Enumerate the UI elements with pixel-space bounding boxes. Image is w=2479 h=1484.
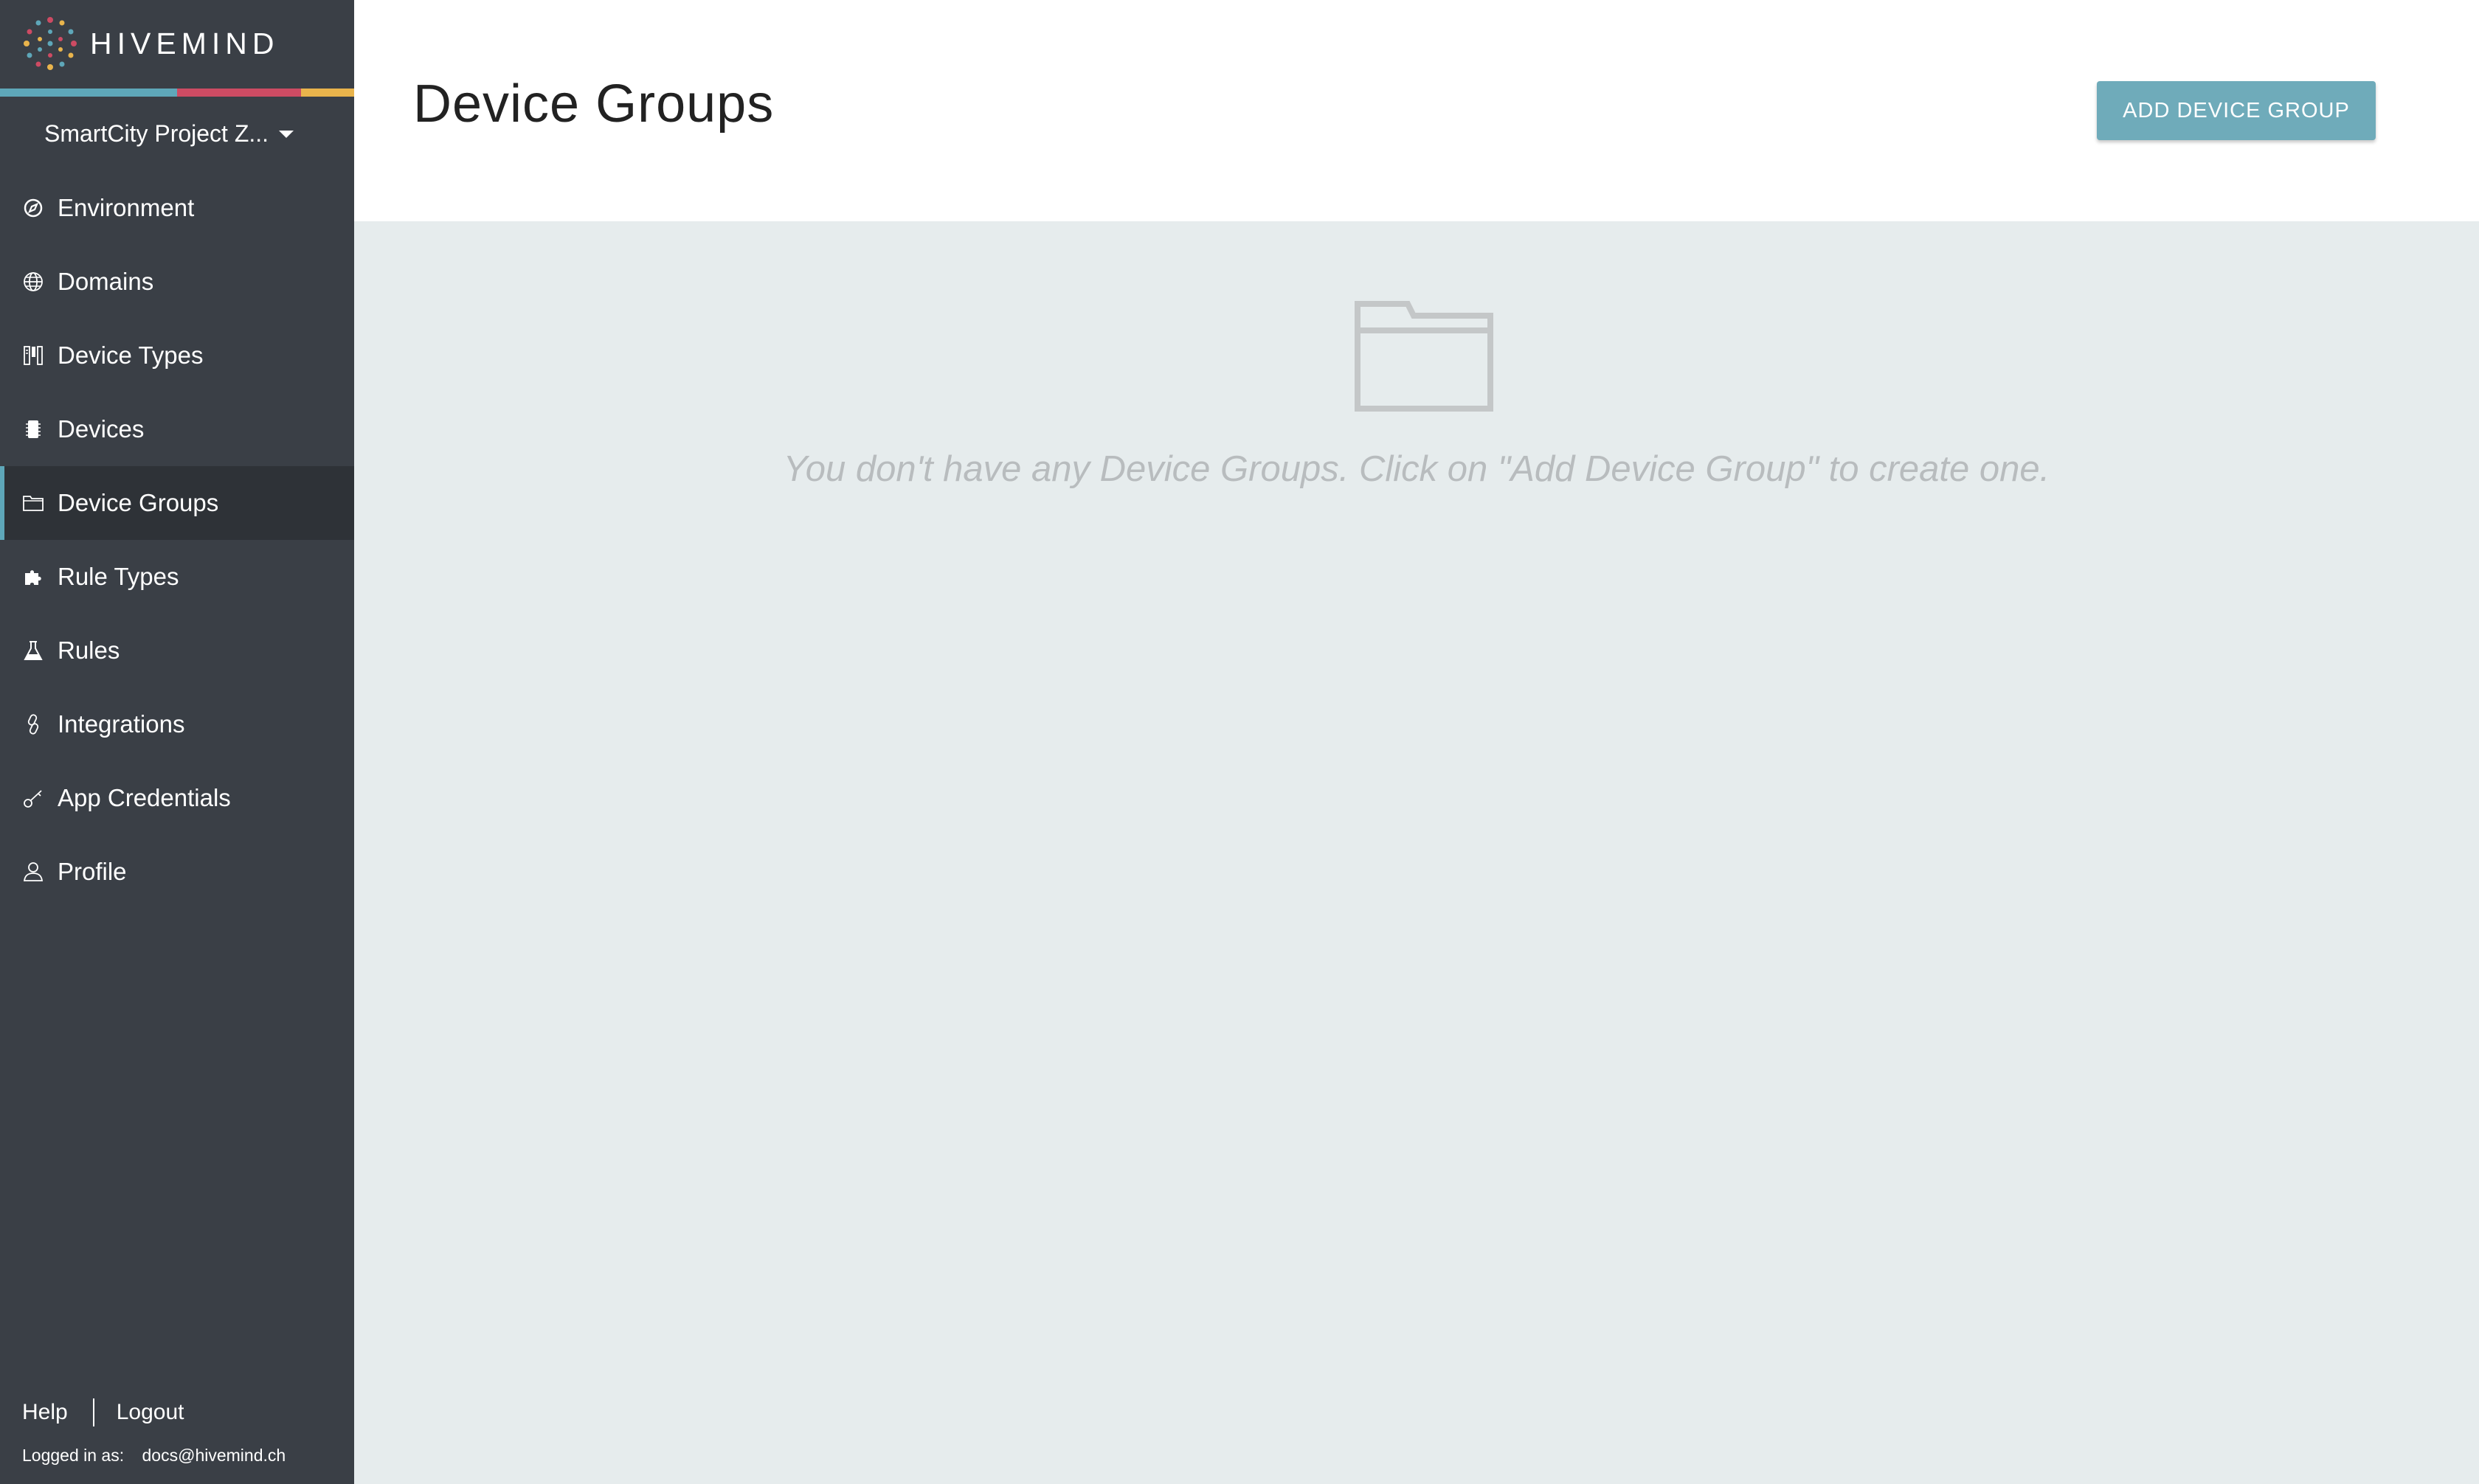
folder-icon <box>21 490 46 516</box>
sidebar-item-devices[interactable]: Devices <box>0 392 354 466</box>
add-device-group-button[interactable]: ADD DEVICE GROUP <box>2097 81 2376 140</box>
hivemind-logo-icon <box>24 17 77 70</box>
puzzle-icon <box>21 564 46 589</box>
key-icon <box>21 786 46 811</box>
globe-icon <box>21 269 46 294</box>
sidebar-item-domains[interactable]: Domains <box>0 245 354 319</box>
project-name: SmartCity Project Z... <box>44 119 269 147</box>
device-types-icon <box>21 343 46 368</box>
sidebar-item-app-credentials[interactable]: App Credentials <box>0 761 354 835</box>
compass-icon <box>21 195 46 221</box>
app-name: HIVEMIND <box>90 26 280 60</box>
sidebar-item-rules[interactable]: Rules <box>0 614 354 687</box>
sidebar-item-device-groups[interactable]: Device Groups <box>0 466 354 540</box>
sidebar-item-label: Integrations <box>58 710 185 738</box>
page-header: Device Groups ADD DEVICE GROUP <box>354 0 2479 221</box>
sidebar-item-profile[interactable]: Profile <box>0 835 354 909</box>
sidebar: HIVEMIND SmartCity Project Z... Environm… <box>0 0 354 1484</box>
sidebar-item-integrations[interactable]: Integrations <box>0 687 354 761</box>
sidebar-item-label: Device Types <box>58 341 204 369</box>
sidebar-item-device-types[interactable]: Device Types <box>0 319 354 392</box>
caret-down-icon <box>279 131 294 138</box>
sidebar-item-environment[interactable]: Environment <box>0 171 354 245</box>
logged-in-email: docs@hivemind.ch <box>142 1446 286 1465</box>
sidebar-item-label: Environment <box>58 194 195 221</box>
sidebar-item-label: Rules <box>58 637 120 664</box>
help-link[interactable]: Help <box>22 1400 68 1425</box>
empty-state-message: You don't have any Device Groups. Click … <box>783 449 2050 489</box>
link-icon <box>21 712 46 737</box>
sidebar-item-label: Devices <box>58 415 145 443</box>
app-logo[interactable]: HIVEMIND <box>21 13 279 74</box>
chip-icon <box>21 417 46 442</box>
page-title: Device Groups <box>413 74 775 134</box>
project-selector[interactable]: SmartCity Project Z... <box>44 117 294 150</box>
sidebar-item-rule-types[interactable]: Rule Types <box>0 540 354 614</box>
main-content: You don't have any Device Groups. Click … <box>354 221 2479 1484</box>
sidebar-nav: Environment Domains Device Types Devices… <box>0 171 354 909</box>
sidebar-item-label: Device Groups <box>58 489 219 516</box>
sidebar-item-label: Profile <box>58 858 127 885</box>
user-icon <box>21 859 46 884</box>
logged-in-label: Logged in as: <box>22 1446 125 1465</box>
sidebar-item-label: Domains <box>58 268 154 295</box>
sidebar-item-label: App Credentials <box>58 784 231 811</box>
logout-link[interactable]: Logout <box>117 1400 184 1425</box>
stripe-yellow <box>301 89 354 97</box>
sidebar-footer: Help Logout <box>22 1398 184 1426</box>
logged-in-info: Logged in as: docs@hivemind.ch <box>22 1446 286 1466</box>
stripe-teal <box>0 89 177 97</box>
brand-stripe <box>0 89 354 97</box>
flask-icon <box>21 638 46 663</box>
divider <box>92 1398 94 1426</box>
sidebar-item-label: Rule Types <box>58 563 179 590</box>
folder-icon <box>1355 301 1493 412</box>
stripe-red <box>177 89 301 97</box>
